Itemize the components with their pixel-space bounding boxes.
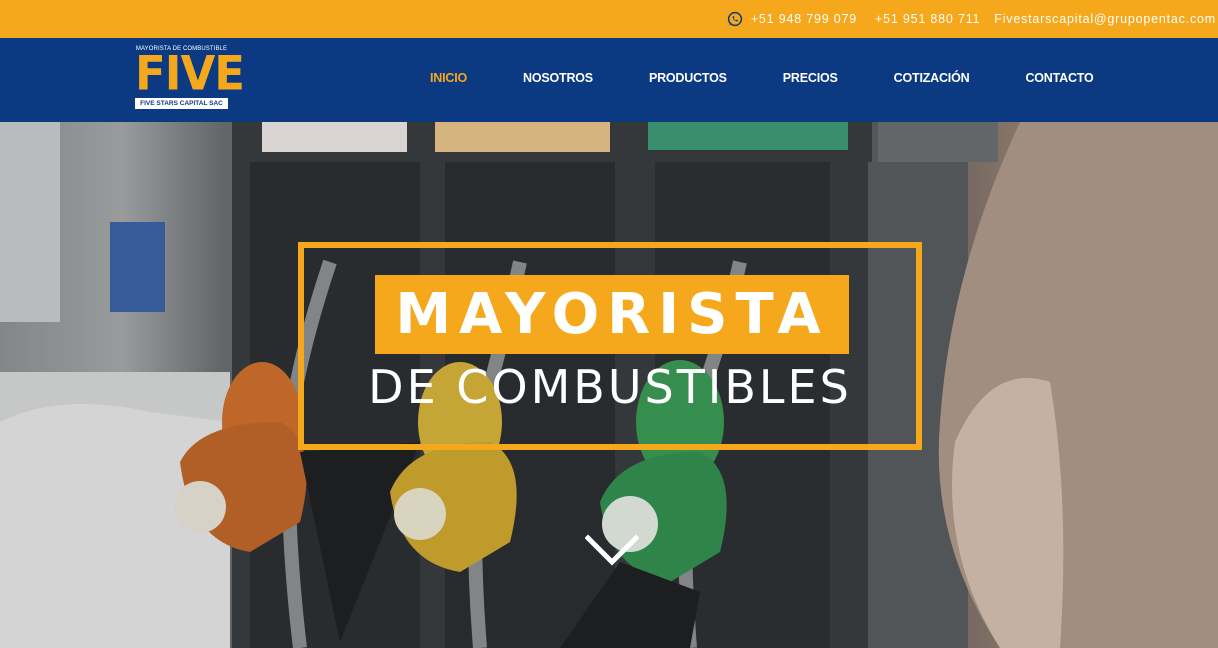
contact-info: +51 948 799 079 +51 951 880 711 Fivestar… — [727, 11, 1216, 27]
logo-wordmark: FIVE — [135, 45, 245, 102]
main-menu: INICIO NOSOTROS PRODUCTOS PRECIOS COTIZA… — [430, 71, 1094, 85]
top-contact-bar: +51 948 799 079 +51 951 880 711 Fivestar… — [0, 0, 1218, 38]
brand-logo[interactable]: MAYORISTA DE COMBUSTIBLE FIVE FIVE STARS… — [135, 45, 245, 110]
chevron-down-icon[interactable] — [585, 532, 639, 566]
hero-banner: MAYORISTA DE COMBUSTIBLES — [0, 122, 1218, 648]
nav-item-productos[interactable]: PRODUCTOS — [649, 71, 727, 85]
email-link[interactable]: Fivestarscapital@grupopentac.com — [994, 12, 1216, 26]
nav-item-nosotros[interactable]: NOSOTROS — [523, 71, 593, 85]
main-navbar: MAYORISTA DE COMBUSTIBLE FIVE FIVE STARS… — [0, 38, 1218, 122]
phone-link-1[interactable]: +51 948 799 079 — [751, 12, 857, 26]
nav-item-inicio[interactable]: INICIO — [430, 71, 467, 85]
nav-item-cotizacion[interactable]: COTIZACIÓN — [894, 71, 970, 85]
hero-title-line2: DE COMBUSTIBLES — [368, 360, 852, 414]
phone-link-2[interactable]: +51 951 880 711 — [875, 12, 980, 26]
nav-item-contacto[interactable]: CONTACTO — [1025, 71, 1093, 85]
logo-company-name: FIVE STARS CAPITAL SAC — [135, 98, 228, 109]
hero-title-line1: MAYORISTA — [375, 275, 849, 354]
whatsapp-icon[interactable] — [727, 11, 743, 27]
nav-item-precios[interactable]: PRECIOS — [783, 71, 838, 85]
